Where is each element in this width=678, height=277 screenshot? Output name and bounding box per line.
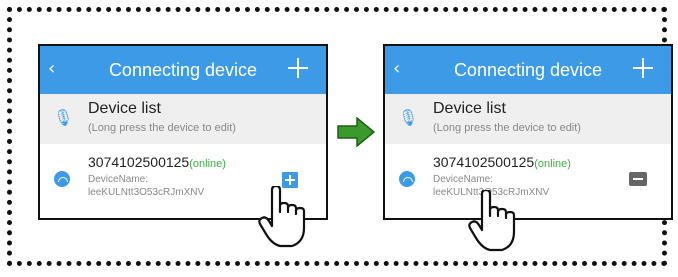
device-status: (online)	[534, 158, 571, 170]
device-status: (online)	[189, 158, 226, 170]
header-title: Connecting device	[453, 60, 603, 80]
wifi-icon	[54, 171, 70, 187]
device-id-line: 3074102500125(online)	[88, 154, 226, 172]
device-list-title: Device list	[88, 100, 161, 117]
header-title: Connecting device	[108, 60, 258, 80]
bluetooth-icon: 🎙	[53, 108, 74, 127]
device-list-subtitle: (Long press the device to edit)	[88, 122, 236, 134]
device-list-subtitle: (Long press the device to edit)	[433, 122, 581, 134]
device-list-header: 🎙 Device list (Long press the device to …	[40, 94, 326, 144]
device-id: 3074102500125	[88, 154, 190, 170]
device-id: 3074102500125	[433, 154, 535, 170]
device-list-header: 🎙 Device list (Long press the device to …	[385, 94, 671, 144]
remove-device-button[interactable]	[629, 172, 647, 186]
bluetooth-icon: 🎙	[398, 108, 419, 127]
device-id-line: 3074102500125(online)	[433, 154, 571, 172]
device-list-title: Device list	[433, 100, 506, 117]
device-name-label: DeviceName:	[433, 174, 494, 185]
phone-screen-after: ‹ Connecting device 🎙 Device list (Long …	[383, 44, 673, 220]
pointing-hand-icon	[258, 186, 306, 248]
device-name-label: DeviceName:	[88, 174, 149, 185]
pointing-hand-icon	[468, 190, 516, 252]
app-header: ‹ Connecting device	[385, 46, 671, 94]
wifi-icon	[399, 171, 415, 187]
plus-icon[interactable]	[633, 58, 653, 78]
device-row[interactable]: 3074102500125(online) DeviceName: leeKUL…	[385, 144, 671, 218]
arrow-right-icon	[337, 117, 375, 147]
app-header: ‹ Connecting device	[40, 46, 326, 94]
plus-icon[interactable]	[288, 58, 308, 78]
device-name-value: leeKULNtt3O53cRJmXNV	[88, 187, 205, 198]
